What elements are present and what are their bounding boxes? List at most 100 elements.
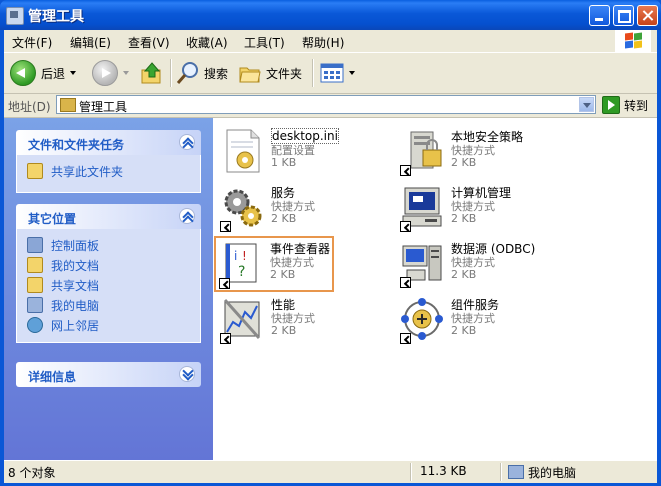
- config-file-icon: [226, 129, 260, 173]
- file-size: 2 KB: [451, 212, 477, 225]
- window-title: 管理工具: [28, 9, 84, 25]
- views-dropdown-icon[interactable]: [349, 71, 355, 75]
- place-shared-documents[interactable]: 共享文档: [17, 275, 200, 295]
- my-documents-icon: [27, 257, 43, 273]
- go-button[interactable]: 转到: [602, 96, 648, 114]
- status-divider: [500, 463, 502, 481]
- shortcut-arrow-icon: [400, 221, 411, 232]
- other-places-panel: 其它位置 控制面板 我的文档 共享文档 我的电脑 网上邻居: [16, 204, 201, 343]
- file-size: 2 KB: [451, 268, 477, 281]
- collapse-icon[interactable]: [179, 134, 195, 150]
- forward-dropdown-icon[interactable]: [123, 71, 129, 75]
- expand-icon[interactable]: [179, 366, 195, 382]
- address-label: 地址(D): [8, 100, 51, 114]
- other-places-header[interactable]: 其它位置: [16, 204, 201, 229]
- address-dropdown-icon[interactable]: [579, 97, 594, 112]
- shortcut-arrow-icon: [219, 278, 230, 289]
- svg-text:i: i: [234, 249, 237, 263]
- other-places-title: 其它位置: [28, 212, 77, 226]
- folder-icon: [60, 98, 76, 112]
- file-item-local-security-policy[interactable]: 本地安全策略 快捷方式 2 KB: [395, 126, 555, 178]
- place-control-panel[interactable]: 控制面板: [17, 235, 200, 255]
- control-panel-icon: [27, 237, 43, 253]
- svg-text:!: !: [242, 249, 247, 263]
- place-label: 我的文档: [51, 258, 100, 273]
- search-button[interactable]: 搜索: [176, 59, 228, 87]
- menu-edit[interactable]: 编辑(E): [70, 34, 111, 51]
- place-label: 网上邻居: [51, 318, 100, 333]
- details-title: 详细信息: [28, 370, 77, 384]
- window-body: 文件(F) 编辑(E) 查看(V) 收藏(A) 工具(T) 帮助(H) 后退 搜…: [4, 30, 657, 483]
- shortcut-arrow-icon: [220, 221, 231, 232]
- up-folder-button[interactable]: [140, 59, 164, 87]
- maximize-button[interactable]: [613, 5, 634, 26]
- file-tasks-title: 文件和文件夹任务: [28, 138, 125, 152]
- close-button[interactable]: [637, 5, 658, 26]
- shortcut-arrow-icon: [400, 277, 411, 288]
- menu-file[interactable]: 文件(F): [12, 34, 52, 51]
- shortcut-arrow-icon: [400, 165, 411, 176]
- place-my-computer[interactable]: 我的电脑: [17, 295, 200, 315]
- standard-toolbar: 后退 搜索 文件夹: [4, 53, 657, 94]
- file-item-data-sources-odbc[interactable]: 数据源 (ODBC) 快捷方式 2 KB: [395, 238, 555, 290]
- address-value: 管理工具: [79, 100, 128, 114]
- address-input[interactable]: 管理工具: [56, 95, 596, 114]
- task-pane: 文件和文件夹任务 共享此文件夹 其它位置 控制面板 我的文档 共享文档 我的电脑…: [4, 118, 213, 460]
- folders-icon: [239, 67, 261, 83]
- my-computer-icon: [27, 297, 43, 313]
- menu-bar: 文件(F) 编辑(E) 查看(V) 收藏(A) 工具(T) 帮助(H): [4, 30, 657, 53]
- place-my-documents[interactable]: 我的文档: [17, 255, 200, 275]
- place-label: 控制面板: [51, 238, 100, 253]
- search-label: 搜索: [204, 66, 229, 81]
- network-icon: [27, 317, 43, 333]
- file-item-event-viewer[interactable]: i ! ? 事件查看器 快捷方式 2 KB: [214, 236, 334, 292]
- go-arrow-icon: [602, 96, 620, 114]
- share-folder-icon: [27, 163, 43, 179]
- status-object-count: 8 个对象: [8, 466, 56, 480]
- details-panel: 详细信息: [16, 362, 201, 387]
- file-tasks-body: 共享此文件夹: [16, 155, 201, 193]
- share-folder-label: 共享此文件夹: [51, 164, 124, 179]
- share-folder-link[interactable]: 共享此文件夹: [17, 161, 200, 181]
- collapse-icon[interactable]: [179, 208, 195, 224]
- shared-documents-icon: [27, 277, 43, 293]
- back-dropdown-icon[interactable]: [70, 71, 77, 75]
- shortcut-arrow-icon: [220, 333, 231, 344]
- place-label: 共享文档: [51, 278, 100, 293]
- title-bar[interactable]: 管理工具: [0, 0, 661, 30]
- minimize-button[interactable]: [589, 5, 610, 26]
- explorer-window: 管理工具 文件(F) 编辑(E) 查看(V) 收藏(A) 工具(T) 帮助(H)…: [0, 0, 661, 486]
- up-folder-icon: [141, 62, 161, 84]
- place-label: 我的电脑: [51, 298, 100, 313]
- file-item-desktop-ini[interactable]: desktop.ini 配置设置 1 KB: [215, 126, 355, 178]
- toolbar-separator: [170, 59, 172, 87]
- menu-tools[interactable]: 工具(T): [244, 34, 285, 51]
- back-label: 后退: [41, 66, 66, 81]
- toolbar-separator: [312, 59, 314, 87]
- file-size: 2 KB: [271, 212, 297, 225]
- file-list: desktop.ini 配置设置 1 KB 本地安全策略 快捷方式 2 KB 服…: [213, 118, 657, 460]
- file-size: 2 KB: [451, 324, 477, 337]
- status-divider: [410, 463, 412, 481]
- file-item-performance[interactable]: 性能 快捷方式 2 KB: [215, 294, 355, 346]
- my-computer-icon: [508, 465, 524, 479]
- file-size: 2 KB: [270, 268, 296, 281]
- forward-button[interactable]: [92, 59, 129, 87]
- back-button[interactable]: 后退: [10, 59, 77, 87]
- search-icon: [176, 62, 198, 84]
- file-item-component-services[interactable]: 组件服务 快捷方式 2 KB: [395, 294, 555, 346]
- menu-view[interactable]: 查看(V): [128, 34, 170, 51]
- menu-help[interactable]: 帮助(H): [302, 34, 344, 51]
- file-tasks-panel: 文件和文件夹任务 共享此文件夹: [16, 130, 201, 193]
- windows-logo-icon: [615, 30, 651, 52]
- menu-favorites[interactable]: 收藏(A): [186, 34, 228, 51]
- views-button[interactable]: [320, 59, 355, 87]
- folders-button[interactable]: 文件夹: [238, 59, 302, 87]
- file-item-services[interactable]: 服务 快捷方式 2 KB: [215, 182, 355, 234]
- svg-text:?: ?: [238, 264, 245, 280]
- place-network[interactable]: 网上邻居: [17, 315, 200, 335]
- details-header[interactable]: 详细信息: [16, 362, 201, 387]
- file-size: 1 KB: [271, 156, 297, 169]
- file-tasks-header[interactable]: 文件和文件夹任务: [16, 130, 201, 155]
- file-item-computer-management[interactable]: 计算机管理 快捷方式 2 KB: [395, 182, 555, 234]
